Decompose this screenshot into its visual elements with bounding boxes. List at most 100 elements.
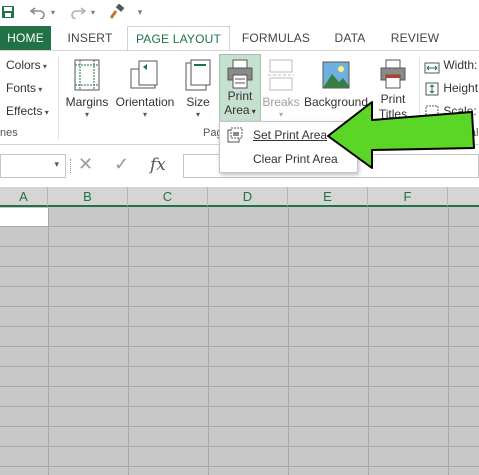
background-icon xyxy=(322,59,350,91)
worksheet-grid[interactable]: A B C D E F xyxy=(0,187,479,475)
undo-dropdown-icon[interactable]: ▾ xyxy=(48,3,58,21)
size-icon xyxy=(185,59,211,91)
tab-review[interactable]: REVIEW xyxy=(384,26,446,50)
ribbon-tabs: HOME INSERT PAGE LAYOUT FORMULAS DATA RE… xyxy=(0,26,479,51)
row-gridline xyxy=(0,446,479,447)
chevron-down-icon: ▾ xyxy=(278,110,283,119)
size-button[interactable]: Size ▾ xyxy=(180,59,216,120)
active-cell-a1[interactable] xyxy=(0,208,48,226)
height-icon xyxy=(424,82,440,96)
row-gridline xyxy=(0,346,479,347)
background-label: Background xyxy=(303,95,369,109)
column-gridline xyxy=(368,208,369,475)
colors-label: Colors xyxy=(6,58,41,72)
set-print-area-icon xyxy=(227,127,243,143)
row-gridline xyxy=(0,406,479,407)
print-titles-label-line1: Print xyxy=(380,92,406,106)
margins-icon xyxy=(74,59,100,91)
formula-buttons: ✕ ✓ fx xyxy=(70,154,178,178)
enter-icon[interactable]: ✓ xyxy=(114,154,129,175)
column-header-f[interactable]: F xyxy=(368,187,448,206)
column-gridline xyxy=(48,208,49,475)
column-header-d[interactable]: D xyxy=(208,187,288,206)
breaks-label: Breaks xyxy=(262,95,300,109)
redo-icon[interactable] xyxy=(68,3,88,21)
fonts-label: Fonts xyxy=(6,81,37,95)
row-gridline xyxy=(0,366,479,367)
print-area-menu: Set Print Area Clear Print Area xyxy=(219,121,358,173)
group-separator xyxy=(419,57,420,139)
colors-button[interactable]: Colors ▾ xyxy=(0,55,47,75)
tab-formulas[interactable]: FORMULAS xyxy=(236,26,316,50)
row-gridline xyxy=(0,246,479,247)
margins-label: Margins xyxy=(65,95,109,109)
tab-home[interactable]: HOME xyxy=(0,26,51,50)
quick-access-toolbar: ▾ ▾ ▾ xyxy=(0,0,479,26)
print-area-button[interactable]: Print Area ▾ xyxy=(219,54,261,126)
orientation-label: Orientation xyxy=(115,95,175,109)
print-titles-button[interactable]: Print Titles xyxy=(372,59,414,122)
margins-button[interactable]: Margins ▾ xyxy=(63,59,111,120)
row-gridline xyxy=(0,306,479,307)
print-area-icon xyxy=(226,59,254,89)
tab-page-layout[interactable]: PAGE LAYOUT xyxy=(127,26,230,51)
width-control[interactable]: Width: xyxy=(424,55,477,75)
row-gridline xyxy=(0,466,479,467)
row-gridline xyxy=(0,286,479,287)
undo-icon[interactable] xyxy=(28,3,48,21)
column-header-g[interactable] xyxy=(448,187,479,206)
customize-qat-icon[interactable]: ▾ xyxy=(134,3,146,21)
print-titles-label-line2: Titles xyxy=(378,107,408,121)
name-box[interactable]: ▾ xyxy=(0,154,66,178)
column-gridline xyxy=(208,208,209,475)
size-label: Size xyxy=(186,95,210,109)
chevron-down-icon: ▾ xyxy=(195,110,200,119)
cancel-icon[interactable]: ✕ xyxy=(78,154,93,175)
tab-data[interactable]: DATA xyxy=(322,26,378,50)
breaks-icon xyxy=(268,59,294,91)
save-icon[interactable] xyxy=(0,3,16,21)
set-print-area-label: Set Print Area xyxy=(253,128,328,142)
tab-insert[interactable]: INSERT xyxy=(56,26,124,50)
redo-dropdown-icon[interactable]: ▾ xyxy=(88,3,98,21)
breaks-button[interactable]: Breaks ▾ xyxy=(262,59,300,120)
effects-label: Effects xyxy=(6,104,43,118)
scale-group-label: Scal xyxy=(457,127,479,139)
height-label: Height xyxy=(443,81,479,95)
row-gridline xyxy=(0,326,479,327)
chevron-down-icon[interactable]: ▾ xyxy=(54,159,59,170)
column-gridline xyxy=(128,208,129,475)
chevron-down-icon: ▾ xyxy=(142,110,147,119)
print-area-label-line1: Print xyxy=(227,89,253,103)
row-gridline xyxy=(0,226,479,227)
scale-label: Scale: xyxy=(443,104,477,118)
background-button[interactable]: Background xyxy=(302,59,370,110)
clear-print-area-label: Clear Print Area xyxy=(253,152,338,166)
column-header-b[interactable]: B xyxy=(48,187,128,206)
orientation-button[interactable]: Orientation ▾ xyxy=(113,59,177,120)
column-header-c[interactable]: C xyxy=(128,187,208,206)
insert-function-icon[interactable]: fx xyxy=(150,155,166,175)
print-titles-icon xyxy=(379,59,407,89)
print-area-label-line2: Area ▾ xyxy=(224,103,256,117)
scale-control[interactable]: Scale: xyxy=(424,101,477,121)
fonts-button[interactable]: Fonts ▾ xyxy=(0,78,42,98)
height-control[interactable]: Height xyxy=(424,78,478,98)
themes-group-label: nes xyxy=(0,127,18,139)
chevron-down-icon: ▾ xyxy=(84,110,89,119)
row-gridline xyxy=(0,426,479,427)
column-header-e[interactable]: E xyxy=(288,187,368,206)
row-gridline xyxy=(0,266,479,267)
width-label: Width: xyxy=(443,58,478,72)
group-separator xyxy=(58,57,59,139)
clear-print-area-item[interactable]: Clear Print Area xyxy=(220,148,357,170)
column-gridline xyxy=(288,208,289,475)
orientation-icon xyxy=(129,59,161,91)
column-header-row: A B C D E F xyxy=(0,187,479,207)
brush-icon[interactable] xyxy=(108,3,126,21)
set-print-area-item[interactable]: Set Print Area xyxy=(220,124,357,146)
effects-button[interactable]: Effects ▾ xyxy=(0,101,49,121)
column-header-a[interactable]: A xyxy=(0,187,48,206)
scale-icon xyxy=(424,105,440,119)
width-icon xyxy=(424,60,440,74)
